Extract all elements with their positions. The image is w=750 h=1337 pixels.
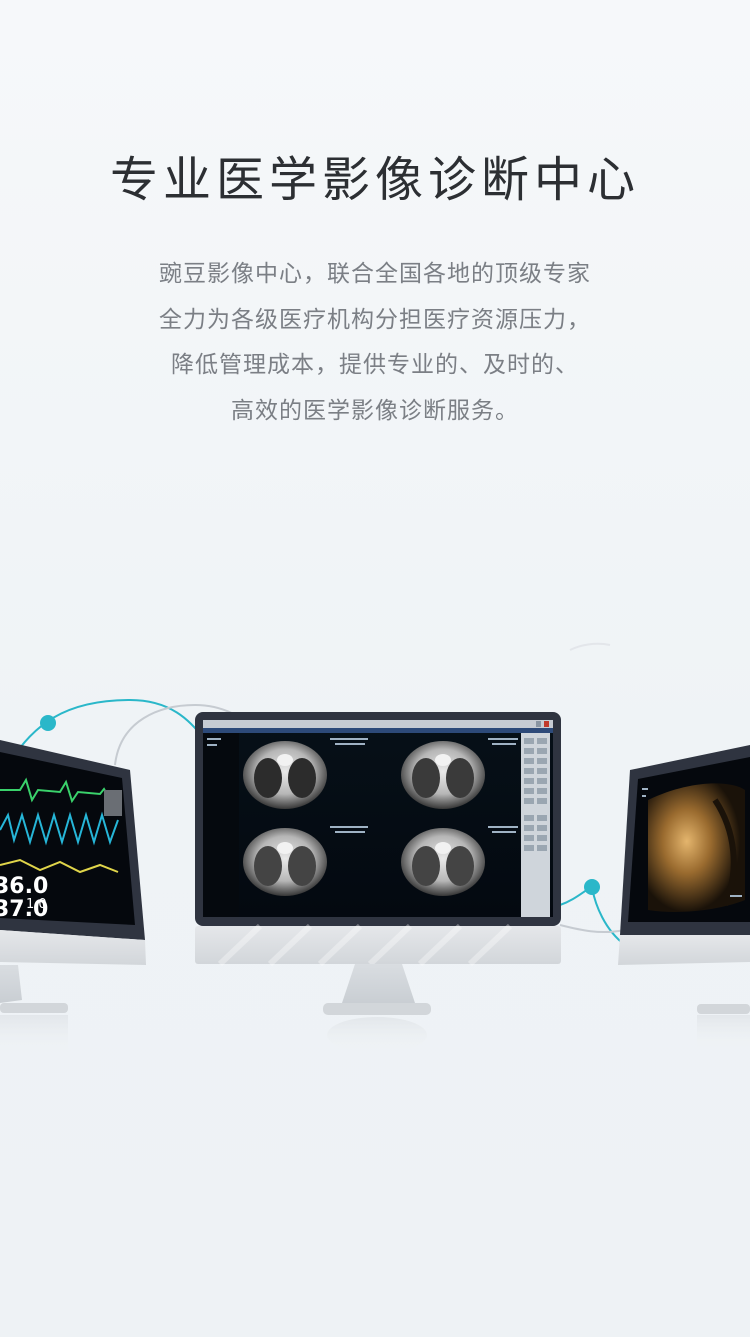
ct-scan-4	[401, 828, 485, 896]
node-dot-right	[584, 879, 600, 895]
ct-scan-1	[243, 741, 327, 809]
page: 专业医学影像诊断中心 豌豆影像中心，联合全国各地的顶级专家 全力为各级医疗机构分…	[0, 0, 750, 1337]
vital-value-tertiary: 1.0	[26, 897, 47, 912]
center-monitor	[195, 712, 561, 1053]
ct-scan-2	[401, 741, 485, 809]
ct-scan-3	[243, 828, 327, 896]
monitor-svg: 36.0 37.0 1.0	[0, 642, 750, 1055]
monitor-illustration: 36.0 37.0 1.0	[0, 0, 750, 1337]
left-monitor: 36.0 37.0 1.0	[0, 740, 146, 1055]
right-monitor	[618, 745, 750, 1050]
node-dot-left	[40, 715, 56, 731]
vital-value-primary: 36.0	[0, 874, 48, 899]
